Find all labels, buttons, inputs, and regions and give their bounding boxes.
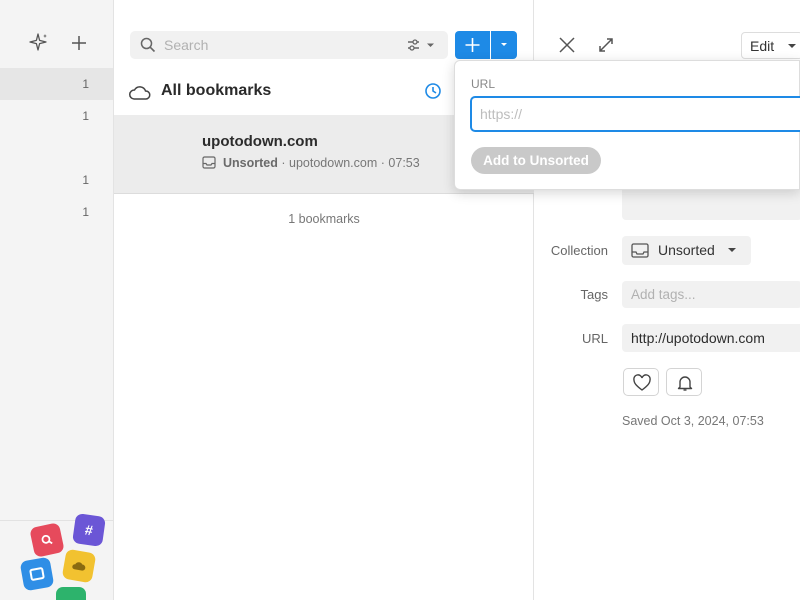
filter-options-icon[interactable]: [406, 37, 440, 53]
sidebar-item[interactable]: 1: [0, 164, 113, 196]
inbox-icon: [631, 243, 649, 258]
add-options-dropdown-button[interactable]: [491, 31, 517, 59]
sidebar-item-count: 1: [82, 77, 89, 91]
url-value: http://upotodown.com: [631, 330, 765, 346]
search-icon: [140, 37, 156, 53]
bookmark-meta: Unsorted · upotodown.com · 07:53: [202, 156, 420, 170]
collection-select[interactable]: Unsorted: [622, 236, 751, 265]
add-bookmark-popover: URL Add to Unsorted: [454, 60, 800, 190]
sparkle-icon[interactable]: [28, 32, 50, 54]
bell-icon: [677, 376, 693, 391]
chevron-down-icon: [788, 44, 796, 48]
search-bar: [130, 31, 448, 59]
inbox-icon: [202, 156, 216, 169]
chevron-down-icon: [501, 43, 507, 46]
bookmark-domain: upotodown.com: [289, 156, 378, 170]
window-tile-icon: [19, 556, 55, 592]
add-bookmark-button[interactable]: [455, 31, 490, 59]
sidebar-item[interactable]: 1: [0, 100, 113, 132]
search-input[interactable]: [164, 35, 394, 55]
expand-icon[interactable]: [598, 37, 614, 53]
hashtag-tile-icon: #: [72, 513, 106, 547]
edit-label: Edit: [750, 38, 775, 54]
chevron-down-icon: [728, 248, 736, 252]
url-field[interactable]: http://upotodown.com: [622, 324, 800, 352]
collection-value: Unsorted: [658, 242, 715, 258]
sidebar: 1 1 1 1 #: [0, 0, 114, 600]
heart-icon: [633, 374, 651, 391]
meta-separator: ·: [281, 156, 286, 170]
meta-separator: ·: [380, 156, 385, 170]
sidebar-item[interactable]: 1: [0, 68, 113, 100]
favorite-button[interactable]: [623, 368, 659, 396]
bookmark-title: upotodown.com: [202, 133, 318, 150]
add-to-unsorted-button[interactable]: Add to Unsorted: [471, 147, 601, 174]
sort-by-date-icon[interactable]: [423, 81, 443, 101]
sidebar-toolbar: [0, 32, 113, 58]
cloud-tile-icon: [61, 548, 97, 584]
url-label: URL: [581, 331, 608, 346]
sidebar-item-count: 1: [82, 109, 89, 123]
url-input[interactable]: [470, 96, 800, 132]
collection-label: Collection: [550, 243, 608, 258]
sidebar-promo: #: [0, 513, 113, 600]
reminder-button[interactable]: [666, 368, 702, 396]
tags-input[interactable]: [622, 281, 800, 308]
sidebar-item[interactable]: 1: [0, 196, 113, 228]
search-tile-icon: [29, 522, 65, 558]
saved-timestamp: Saved Oct 3, 2024, 07:53: [622, 414, 764, 428]
tags-label: Tags: [580, 287, 608, 302]
cloud-icon: [129, 86, 151, 100]
bookmark-time: 07:53: [388, 156, 420, 170]
app-tile-icon: [56, 587, 86, 600]
url-label: URL: [471, 77, 496, 91]
page-title: All bookmarks: [161, 82, 272, 99]
bookmarks-count: 1 bookmarks: [288, 212, 360, 226]
edit-dropdown-button[interactable]: Edit: [741, 32, 800, 59]
plus-icon: [465, 38, 480, 52]
bookmark-collection: Unsorted: [223, 156, 278, 170]
close-icon[interactable]: [558, 36, 576, 54]
add-collection-icon[interactable]: [68, 32, 90, 54]
sidebar-item-count: 1: [82, 173, 89, 187]
sidebar-item-count: 1: [82, 205, 89, 219]
